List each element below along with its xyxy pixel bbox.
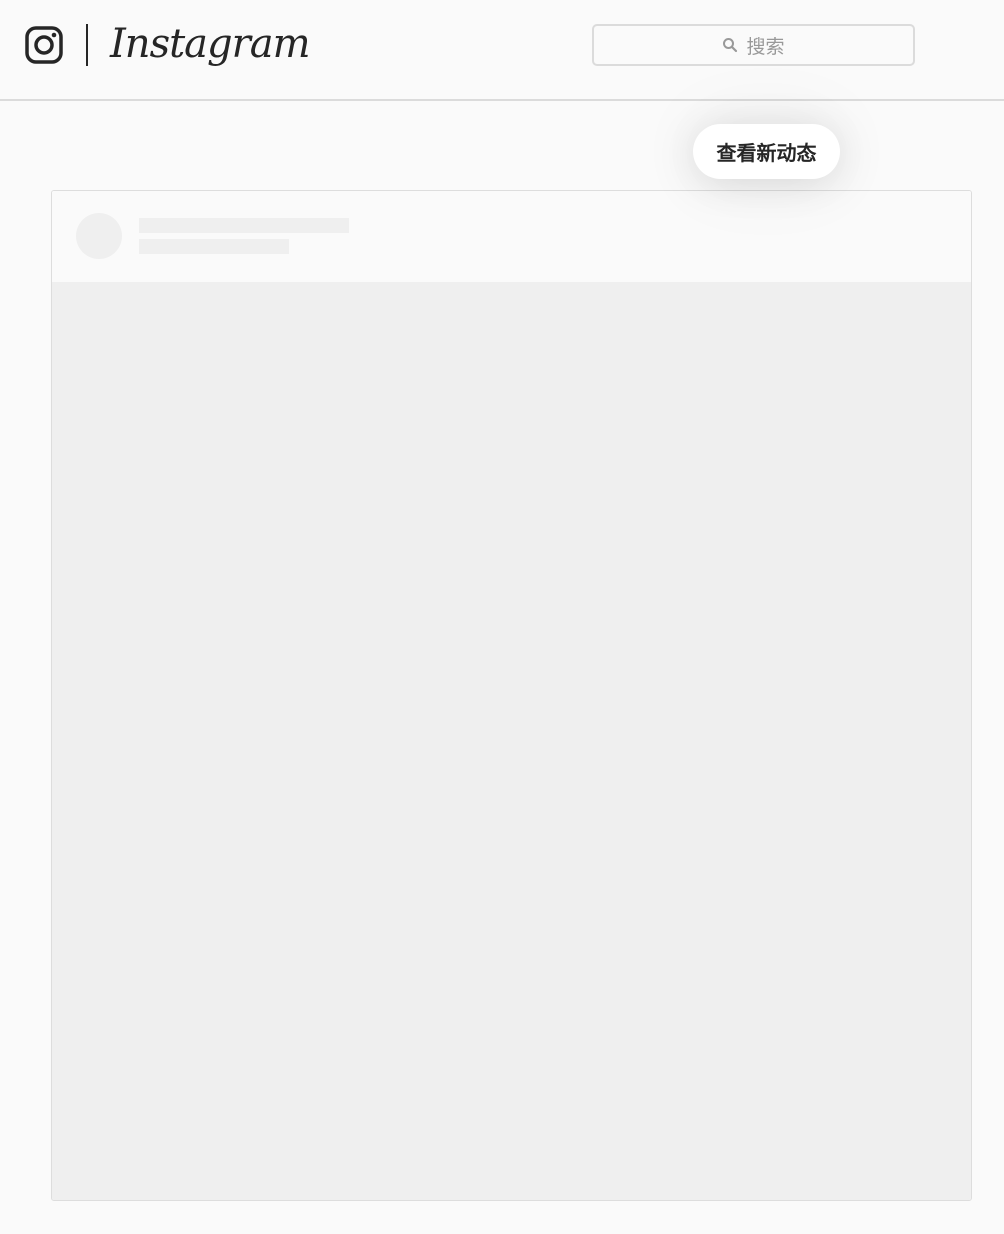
see-new-posts-button[interactable]: 查看新动态 bbox=[693, 124, 840, 179]
search-input[interactable]: 搜索 bbox=[592, 24, 915, 66]
location-placeholder bbox=[139, 239, 289, 254]
top-nav-bar: Instagram 搜索 bbox=[0, 0, 1004, 101]
instagram-camera-icon[interactable] bbox=[25, 26, 63, 64]
username-placeholder bbox=[139, 218, 349, 233]
search-placeholder: 搜索 bbox=[746, 35, 785, 58]
instagram-wordmark-logo[interactable]: Instagram bbox=[110, 16, 311, 72]
logo-divider bbox=[86, 24, 88, 66]
avatar-placeholder bbox=[76, 213, 122, 259]
feed-post-skeleton bbox=[51, 190, 972, 1201]
search-icon bbox=[723, 38, 738, 53]
post-header-skeleton bbox=[52, 191, 971, 282]
post-image-placeholder bbox=[52, 282, 971, 1200]
